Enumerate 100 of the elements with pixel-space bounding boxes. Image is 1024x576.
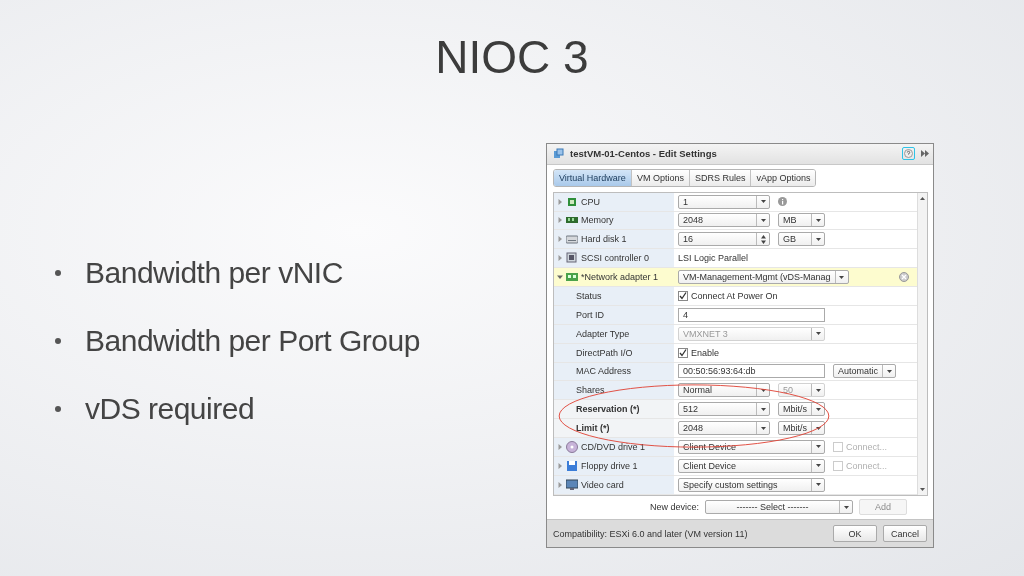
expand-caret-icon[interactable] [557,462,563,469]
dropdown-caret-icon [815,464,821,468]
expand-caret-icon[interactable] [557,255,563,262]
dropdown-caret-icon [815,237,821,241]
dialog-title: testVM-01-Centos - Edit Settings [570,148,718,160]
dropdown-caret-icon [760,426,766,430]
dropdown-field[interactable]: Client Device [678,458,825,473]
dropdown-field[interactable]: Mbit/s [778,402,825,417]
checkbox-label: Connect At Power On [691,290,778,301]
checkbox-label: Connect... [846,441,888,452]
device-select[interactable]: ------- Select ------- [705,500,854,515]
bullet-text: vDS required [85,392,255,426]
help-icon[interactable] [902,147,915,161]
controller-icon [566,252,578,265]
cpu-icon [566,195,578,208]
dropdown-caret-icon [815,332,821,336]
double-arrow-icon[interactable] [921,150,929,158]
dropdown-caret-icon [815,445,821,449]
disc-icon [566,440,578,453]
row-label: DirectPath I/O [576,347,633,358]
expand-caret-icon[interactable] [557,481,563,488]
device-row[interactable]: CPU 1 [554,192,917,212]
dropdown-caret-icon [760,407,766,411]
vm-icon [553,148,564,160]
bullet-icon [55,406,61,412]
dropdown-caret-icon [815,483,821,487]
dropdown-field[interactable]: VM-Management-Mgmt (vDS-Manag [678,270,849,285]
checkbox-label: Enable [691,347,720,358]
expand-caret-icon[interactable] [557,443,563,450]
dropdown-field[interactable]: 2048 [678,421,770,436]
dropdown-field[interactable]: Specify custom settings [678,477,825,492]
new-device-label: New device: [650,502,700,513]
spin-field[interactable]: 16 [678,232,770,247]
row-label: Limit (*) [576,423,610,434]
checkbox[interactable] [678,290,688,301]
expand-caret-icon[interactable] [557,217,563,224]
device-row[interactable]: Video card Specify custom settings [554,475,917,495]
row-label: Reservation (*) [576,404,640,415]
row-label: Shares [576,385,605,396]
ok-button[interactable]: OK [833,525,877,543]
dropdown-field[interactable]: Mbit/s [778,421,825,436]
row-label: Status [576,290,602,301]
tab[interactable]: VM Options [631,169,690,186]
expand-caret-icon[interactable] [557,236,563,243]
slide-title: NIOC 3 [435,29,589,84]
tab[interactable]: SDRS Rules [689,169,752,186]
tab[interactable]: vApp Options [751,169,816,186]
dropdown-field[interactable]: 2048 [678,213,770,228]
info-icon[interactable] [778,197,787,207]
scroll-up-icon[interactable] [920,195,925,201]
row-label: Floppy drive 1 [581,460,638,471]
dropdown-caret-icon [760,200,766,204]
remove-icon[interactable] [899,272,909,283]
dropdown-caret-icon [815,426,821,430]
checkbox-label: Connect... [846,460,888,471]
dropdown-field[interactable]: GB [778,232,825,247]
spin-arrows-icon[interactable] [760,234,766,244]
input-field[interactable]: 00:50:56:93:64:db [678,364,825,379]
floppy-icon [566,459,578,472]
row-label: Hard disk 1 [581,234,627,245]
row-label: CD/DVD drive 1 [581,441,645,452]
bullet-text: Bandwidth per vNIC [85,256,343,290]
monitor-icon [566,478,578,491]
dropdown-caret-icon [815,218,821,222]
bullet-icon [55,338,61,344]
dropdown-field[interactable]: 1 [678,194,770,209]
tab[interactable]: Virtual Hardware [554,169,632,186]
dropdown-caret-icon [815,388,821,392]
device-row[interactable]: Hard disk 1 16 GB [554,230,917,250]
row-label: Adapter Type [576,328,630,339]
scroll-down-icon[interactable] [920,486,925,492]
row-label: Video card [581,479,624,490]
dropdown-caret-icon [843,505,849,509]
dropdown-caret-icon [760,218,766,222]
dropdown-caret-icon [815,407,821,411]
row-label: SCSI controller 0 [581,253,650,264]
device-row[interactable]: Memory 2048 MB [554,211,917,231]
dropdown-caret-icon [886,369,892,373]
compatibility-text: Compatibility: ESXi 6.0 and later (VM version 11) [553,528,749,539]
dropdown-caret-icon [839,275,845,279]
checkbox[interactable] [678,347,688,358]
dropdown-field[interactable]: MB [778,213,825,228]
value-text: LSI Logic Parallel [678,253,749,264]
row-label: MAC Address [576,366,632,377]
bullet-text: Bandwidth per Port Group [85,324,420,358]
bullet-icon [55,270,61,276]
dropdown-caret-icon [760,388,766,392]
dropdown-field[interactable]: 512 [678,402,770,417]
row-label: *Network adapter 1 [581,272,659,283]
network-card-icon [566,271,578,284]
row-label: Memory [581,215,614,226]
cancel-button[interactable]: Cancel [883,525,927,543]
input-field[interactable]: 4 [678,307,825,322]
collapse-caret-icon[interactable] [557,274,563,281]
selected-row[interactable]: *Network adapter 1 VM-Management-Mgmt (vDS-Manag [554,268,917,287]
scrollbar[interactable] [917,192,927,495]
dropdown-field[interactable]: Automatic [833,364,897,379]
expand-caret-icon[interactable] [557,198,563,205]
row-label: Port ID [576,309,604,320]
row-label: CPU [581,196,600,207]
